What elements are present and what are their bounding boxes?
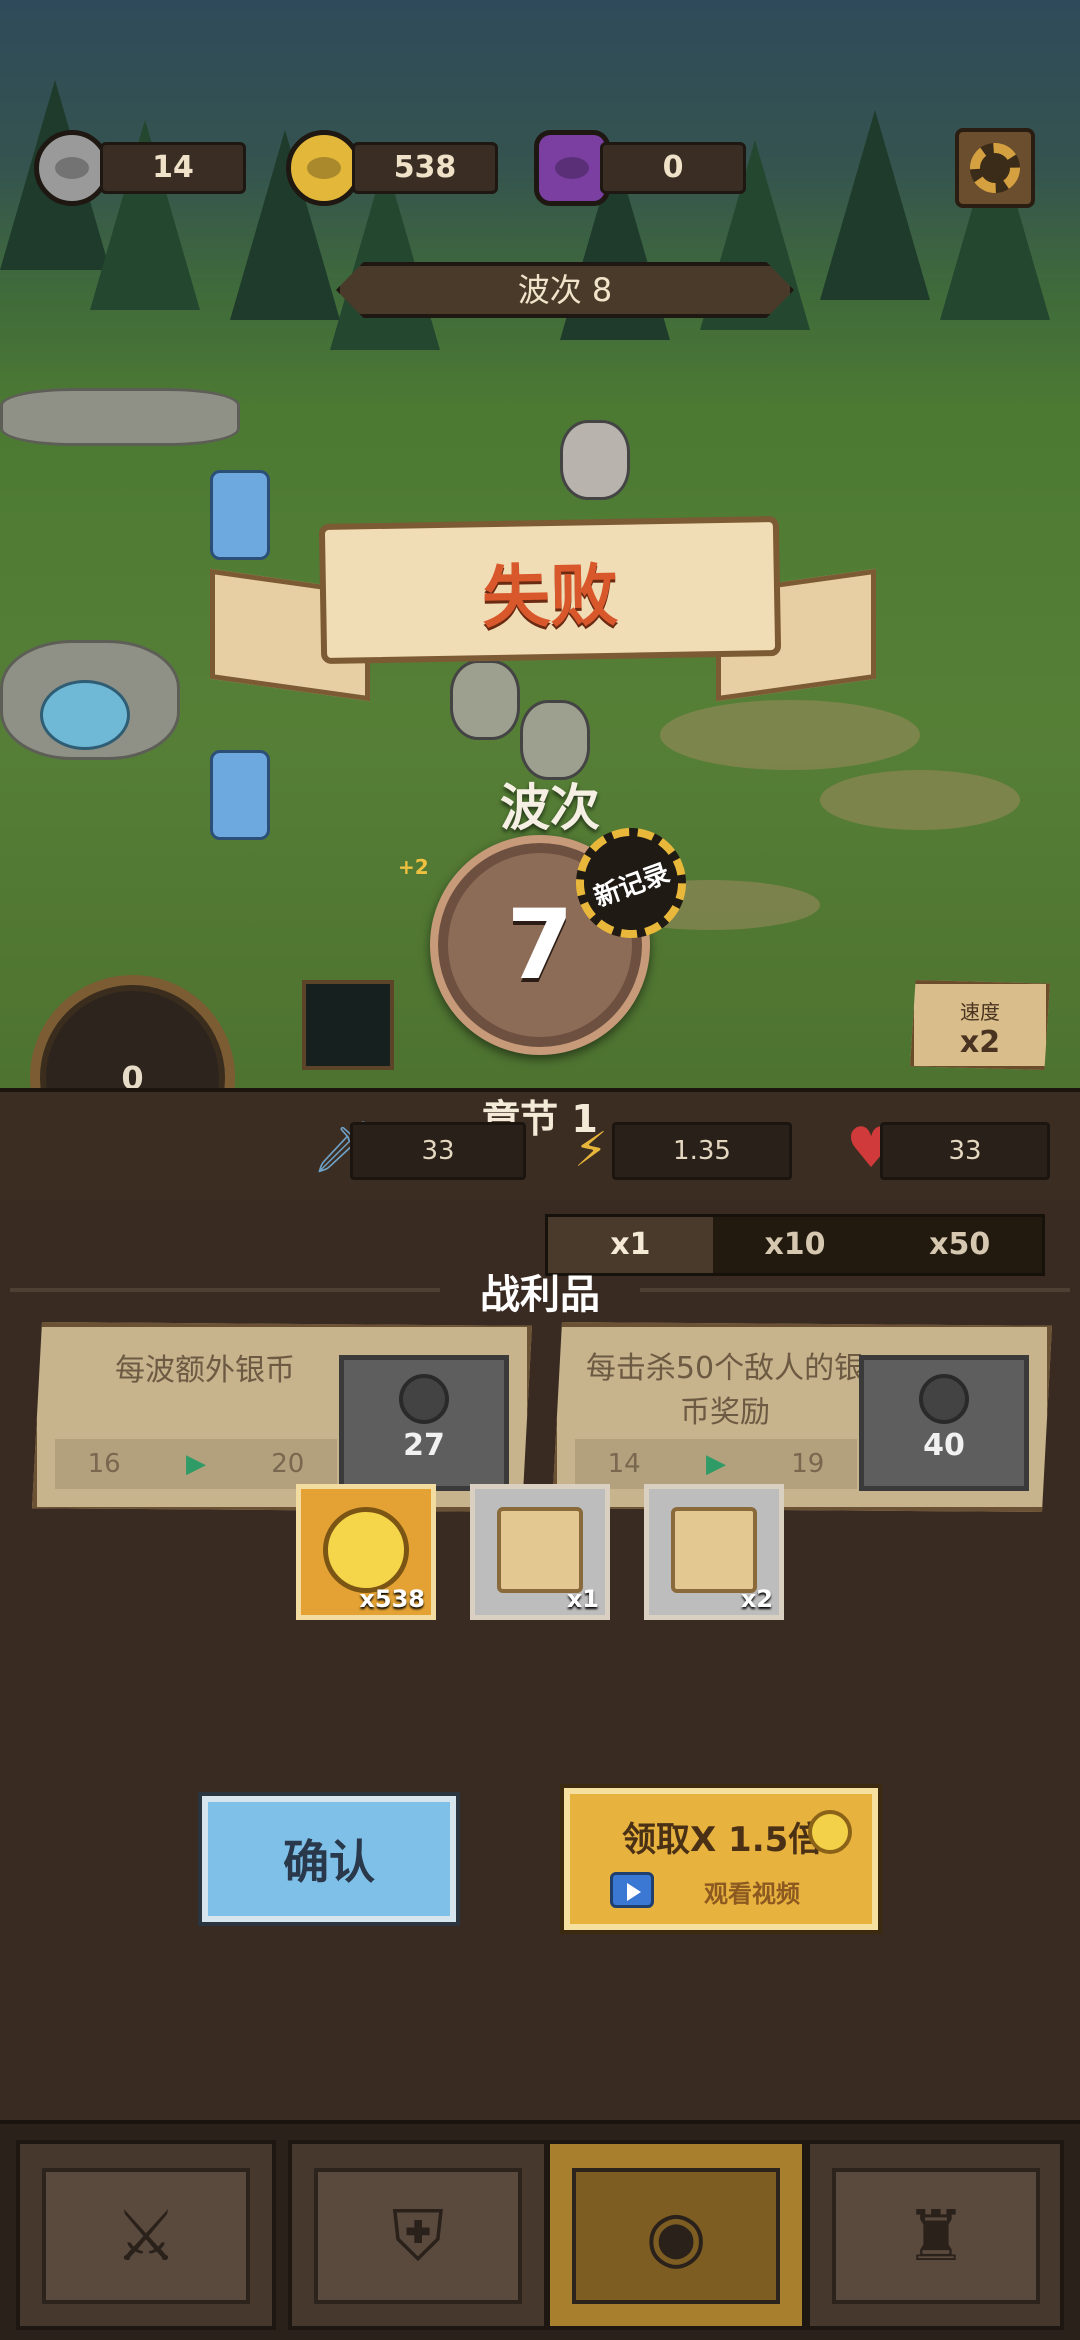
- coin-shop-icon: ◉: [645, 2195, 707, 2277]
- nav-coin-shop[interactable]: ◉: [546, 2140, 806, 2330]
- claim-label: 领取X 1.5倍: [622, 1820, 823, 1860]
- nav-battle[interactable]: ⚔: [16, 2140, 276, 2330]
- upgrade-to: 20: [271, 1449, 305, 1479]
- tree: [820, 110, 930, 300]
- defeat-ribbon: 失败: [318, 515, 782, 665]
- gear-icon: [970, 143, 1020, 193]
- enemy-knight-icon: [560, 420, 630, 500]
- dirt-patch: [660, 700, 920, 770]
- scroll-helmet-icon: [497, 1507, 583, 1593]
- silver-count: 14: [100, 142, 246, 194]
- upgrade-card-wave-silver[interactable]: 每波额外银币 16 ▶ 20 27: [32, 1322, 532, 1512]
- slime-hero-icon: [40, 680, 130, 750]
- loot-item-gold[interactable]: x538: [296, 1484, 436, 1620]
- health-value: 33: [880, 1122, 1050, 1180]
- upgrade-title: 每击杀50个敌人的银币奖励: [585, 1351, 865, 1430]
- scroll-ring-icon: [671, 1507, 757, 1593]
- shield-icon: ⛨: [391, 2194, 445, 2277]
- gold-coin-icon: [808, 1810, 852, 1854]
- stone-wall: [0, 388, 240, 446]
- loot-qty: x2: [740, 1585, 773, 1613]
- enemy-soldier-icon: [450, 660, 520, 740]
- upgrade-cost: 40: [923, 1428, 965, 1463]
- wave-banner: 波次 8: [336, 262, 794, 318]
- battle-icon: ⚔: [114, 2195, 178, 2277]
- loot-item-scroll-helmet[interactable]: x1: [470, 1484, 610, 1620]
- confirm-label: 确认: [283, 1835, 375, 1889]
- loot-qty: x538: [359, 1585, 425, 1613]
- upgrade-cost: 27: [403, 1428, 445, 1463]
- gold-coin-icon: [286, 130, 362, 206]
- crystal-icon: [210, 470, 270, 560]
- speed-value: x2: [959, 1025, 1001, 1060]
- gold-coin-icon: [323, 1507, 409, 1593]
- upgrade-from: 16: [87, 1449, 121, 1479]
- defeat-title: 失败: [481, 556, 619, 638]
- wave-label: 波次: [500, 779, 600, 837]
- wave-result-value: 7: [506, 889, 574, 1001]
- watch-video-label: 观看视频: [704, 1880, 800, 1908]
- gem-icon: [534, 130, 610, 206]
- upgrade-cost-button[interactable]: 40: [859, 1355, 1029, 1491]
- arrow-right-icon: ▶: [705, 1449, 726, 1479]
- loot-item-scroll-ring[interactable]: x2: [644, 1484, 784, 1620]
- upgrade-from: 14: [607, 1449, 641, 1479]
- attack-speed-value: 1.35: [612, 1122, 792, 1180]
- gem-count: 0: [600, 142, 746, 194]
- silver-coin-icon: [399, 1374, 449, 1424]
- settings-button[interactable]: [955, 128, 1035, 208]
- dirt-patch: [820, 770, 1020, 830]
- upgrade-progress: 16 ▶ 20: [55, 1439, 337, 1489]
- new-record-label: 新记录: [590, 857, 674, 913]
- coin-pickup-text: +2: [398, 855, 429, 879]
- arrow-right-icon: ▶: [185, 1449, 206, 1479]
- claim-bonus-button[interactable]: 领取X 1.5倍 观看视频: [564, 1788, 878, 1930]
- speed-label: 速度: [960, 1000, 1000, 1024]
- map-slot[interactable]: [302, 980, 394, 1070]
- upgrade-cost-button[interactable]: 27: [339, 1355, 509, 1491]
- upgrade-progress: 14 ▶ 19: [575, 1439, 857, 1489]
- speed-toggle-button[interactable]: 速度 x2: [910, 980, 1050, 1070]
- confirm-button[interactable]: 确认: [202, 1796, 456, 1922]
- silver-coin-icon: [919, 1374, 969, 1424]
- upgrade-title: 每波额外银币: [115, 1353, 295, 1388]
- video-icon: [610, 1872, 654, 1908]
- silver-coin-icon: [34, 130, 110, 206]
- loot-qty: x1: [566, 1585, 599, 1613]
- crystal-icon: [210, 750, 270, 840]
- castle-icon: ♜: [904, 2195, 968, 2277]
- gold-count: 538: [352, 142, 498, 194]
- upgrade-card-kill-silver[interactable]: 每击杀50个敌人的银币奖励 14 ▶ 19 40: [552, 1322, 1052, 1512]
- attack-value: 33: [350, 1122, 526, 1180]
- loot-title: 战利品: [480, 1272, 600, 1318]
- nav-castle[interactable]: ♜: [806, 2140, 1064, 2330]
- lightning-icon: ⚡: [574, 1122, 608, 1178]
- upgrade-to: 19: [791, 1449, 825, 1479]
- nav-defense[interactable]: ⛨: [288, 2140, 548, 2330]
